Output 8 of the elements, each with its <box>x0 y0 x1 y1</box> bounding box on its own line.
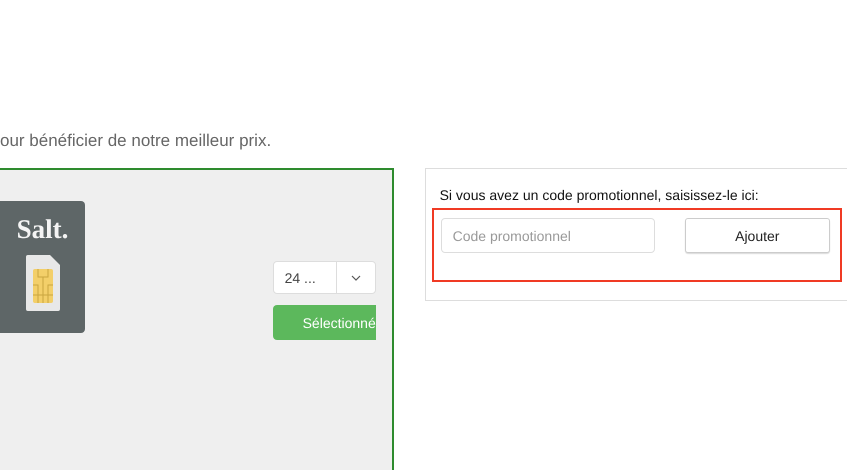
logo-text: Salt. <box>16 213 68 245</box>
sim-card-icon <box>26 255 60 311</box>
promo-code-field[interactable]: Code promotionnel <box>440 218 655 253</box>
add-button[interactable]: Ajouter <box>685 218 830 253</box>
intro-text: our bénéficier de notre meilleur prix. <box>0 130 272 152</box>
duration-select[interactable]: 24 ... <box>272 261 376 294</box>
chevron-down-icon <box>350 274 361 280</box>
promo-label: Si vous avez un code promotionnel, saisissez-le ici: <box>440 187 760 203</box>
